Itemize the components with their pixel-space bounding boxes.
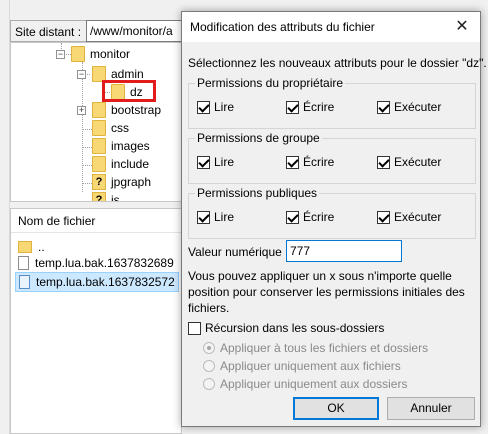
checkbox-label: Récursion dans les sous-dossiers (205, 321, 385, 335)
remote-site-bar: Site distant : /www/monitor/a (10, 20, 190, 42)
column-header-filename[interactable]: Nom de fichier (11, 209, 181, 233)
group-title: Permissions du propriétaire (195, 76, 346, 90)
tree-item-images[interactable]: images (92, 137, 150, 155)
checkbox-box (197, 100, 210, 114)
radio-label: Appliquer uniquement aux fichiers (220, 359, 401, 373)
checkbox-label: Exécuter (394, 210, 442, 224)
tree-item-monitor[interactable]: − monitor (56, 45, 130, 63)
checkbox-box (286, 210, 299, 224)
tree-item-label: js (111, 193, 120, 202)
owner-permissions-group: Permissions du propriétaire Lire Écrire … (188, 76, 476, 129)
group-execute-checkbox[interactable]: Exécuter (377, 155, 441, 169)
radio-label: Appliquer à tous les fichiers et dossier… (220, 341, 429, 355)
public-read-checkbox[interactable]: Lire (197, 210, 234, 224)
numeric-value-input[interactable]: 777 (286, 240, 402, 262)
collapse-icon[interactable]: − (56, 49, 65, 59)
remote-file-list[interactable]: Nom de fichier .. temp.lua.bak.163783268… (10, 208, 182, 434)
cancel-button[interactable]: Annuler (387, 397, 475, 420)
radio-apply-files[interactable]: Appliquer uniquement aux fichiers (203, 359, 401, 373)
tree-item-label: include (111, 157, 150, 171)
checkbox-box (377, 210, 390, 224)
file-row[interactable]: temp.lua.bak.1637832689 (15, 253, 177, 273)
radio-dot (203, 360, 215, 372)
expand-icon[interactable]: + (77, 105, 86, 115)
folder-icon (92, 156, 106, 172)
folder-icon (92, 102, 106, 118)
owner-write-checkbox[interactable]: Écrire (286, 100, 334, 114)
radio-label: Appliquer uniquement aux dossiers (220, 377, 408, 391)
unknown-folder-icon: ? (92, 192, 106, 201)
checkbox-label: Écrire (303, 155, 335, 169)
checkbox-label: Lire (214, 100, 235, 114)
public-permissions-group: Permissions publiques Lire Écrire Exécut… (188, 186, 476, 239)
file-icon (18, 256, 29, 270)
folder-icon (92, 120, 106, 136)
checkbox-label: Lire (214, 210, 235, 224)
checkbox-label: Écrire (303, 100, 335, 114)
tree-item-css[interactable]: css (92, 119, 129, 137)
recursion-checkbox[interactable]: Récursion dans les sous-dossiers (188, 321, 384, 335)
checkbox-box (377, 100, 390, 114)
file-name: .. (38, 240, 45, 254)
owner-execute-checkbox[interactable]: Exécuter (377, 100, 441, 114)
folder-icon (71, 46, 85, 62)
remote-directory-tree[interactable]: − monitor − admin dz + bootstrap css ima… (10, 42, 182, 202)
public-execute-checkbox[interactable]: Exécuter (377, 210, 441, 224)
radio-apply-all[interactable]: Appliquer à tous les fichiers et dossier… (203, 341, 428, 355)
tree-item-bootstrap[interactable]: + bootstrap (77, 101, 161, 119)
ok-button[interactable]: OK (293, 397, 379, 420)
hint-line: Vous pouvez appliquer un x sous n'import… (188, 269, 452, 283)
hint-line: position pour conserver les permissions … (188, 285, 465, 299)
group-title: Permissions de groupe (195, 131, 322, 145)
hint-line: fichiers. (188, 301, 230, 315)
dialog-titlebar[interactable]: Modification des attributs du fichier ✕ (182, 12, 480, 42)
tree-item-jpgraph[interactable]: ? jpgraph (92, 173, 151, 191)
window-edge (0, 0, 10, 434)
folder-icon (18, 241, 32, 253)
unknown-folder-icon: ? (92, 174, 106, 190)
radio-dot (203, 342, 215, 354)
checkbox-label: Exécuter (394, 155, 442, 169)
tree-item-js[interactable]: ? js (92, 191, 120, 202)
group-title: Permissions publiques (195, 186, 320, 200)
checkbox-box (286, 100, 299, 114)
remote-site-label: Site distant : (10, 20, 86, 42)
red-highlight-annotation (102, 80, 156, 102)
file-name: temp.lua.bak.1637832572 (36, 275, 175, 289)
numeric-value-label: Valeur numérique : (188, 245, 289, 259)
radio-apply-folders[interactable]: Appliquer uniquement aux dossiers (203, 377, 407, 391)
group-write-checkbox[interactable]: Écrire (286, 155, 334, 169)
checkbox-box (377, 155, 390, 169)
owner-read-checkbox[interactable]: Lire (197, 100, 234, 114)
group-read-checkbox[interactable]: Lire (197, 155, 234, 169)
tree-item-label: monitor (90, 47, 131, 61)
dialog-title: Modification des attributs du fichier (190, 20, 375, 34)
folder-icon (92, 138, 106, 154)
public-write-checkbox[interactable]: Écrire (286, 210, 334, 224)
dialog-intro: Sélectionnez les nouveaux attributs pour… (188, 56, 487, 70)
remote-site-path-input[interactable]: /www/monitor/a (86, 20, 190, 42)
tree-item-include[interactable]: include (92, 155, 149, 173)
checkbox-label: Écrire (303, 210, 335, 224)
collapse-icon[interactable]: − (77, 69, 86, 79)
checkbox-box (197, 210, 210, 224)
checkbox-box (197, 155, 210, 169)
checkbox-label: Lire (214, 155, 235, 169)
tree-item-label: admin (111, 67, 144, 81)
file-row-selected[interactable]: temp.lua.bak.1637832572 (15, 272, 179, 292)
tree-item-label: css (111, 121, 129, 135)
radio-dot (203, 378, 215, 390)
file-icon (19, 275, 30, 289)
checkbox-box (188, 321, 201, 335)
tree-item-label: jpgraph (111, 175, 152, 189)
checkbox-label: Exécuter (394, 100, 442, 114)
checkbox-box (286, 155, 299, 169)
file-attributes-dialog: Modification des attributs du fichier ✕ … (181, 11, 487, 427)
tree-item-label: images (111, 139, 150, 153)
file-name: temp.lua.bak.1637832689 (35, 256, 174, 270)
close-icon[interactable]: ✕ (444, 12, 480, 42)
group-permissions-group: Permissions de groupe Lire Écrire Exécut… (188, 131, 476, 184)
tree-item-label: bootstrap (111, 103, 162, 117)
